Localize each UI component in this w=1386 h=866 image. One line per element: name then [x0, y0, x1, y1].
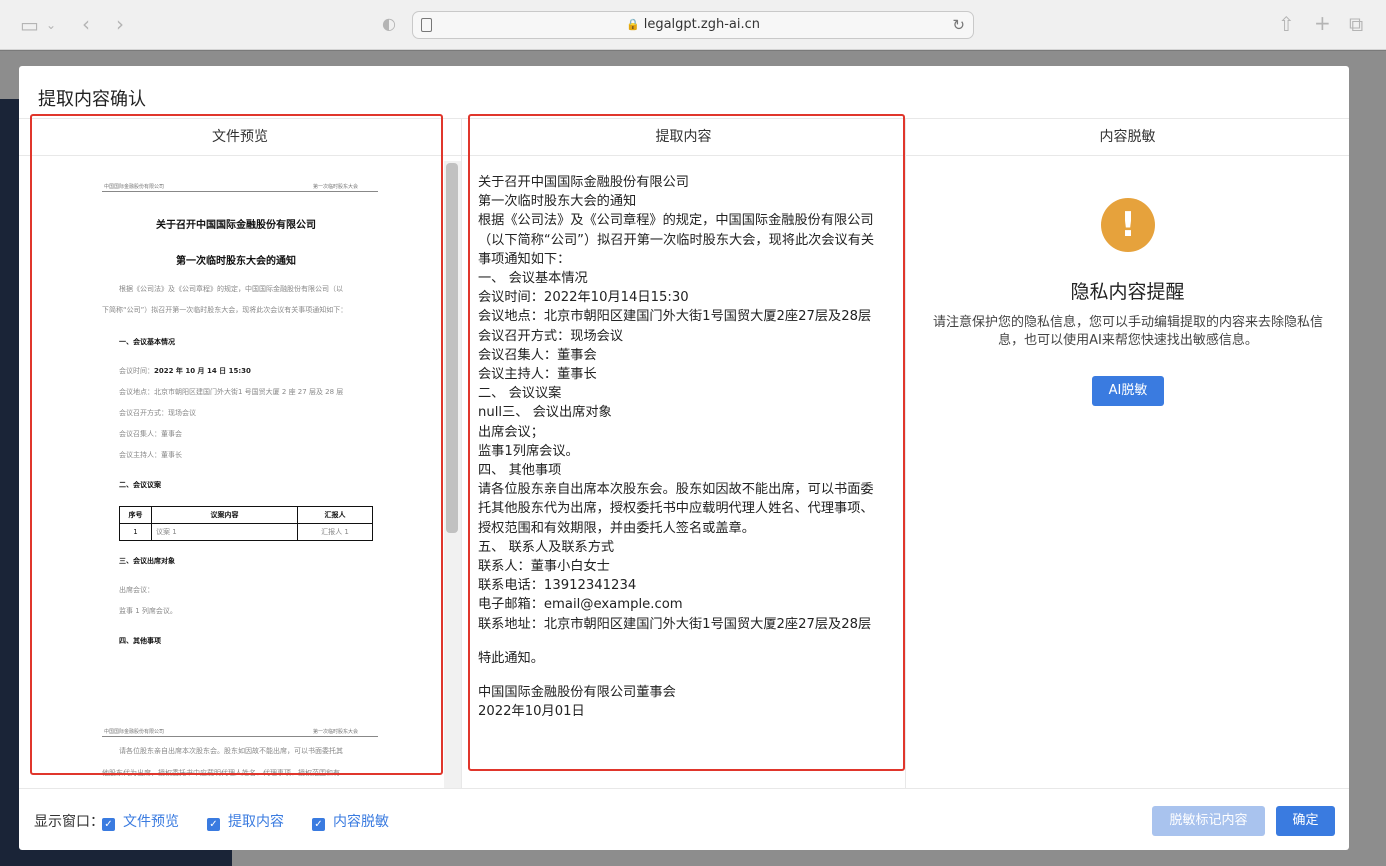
doc-line: 监事 1 列席会议。: [119, 607, 177, 615]
doc-section: 二、会议议案: [119, 481, 161, 489]
new-tab-icon[interactable]: +: [1314, 13, 1331, 33]
extract-header: 提取内容: [462, 119, 905, 156]
forward-icon[interactable]: ›: [116, 14, 124, 34]
preview-scrollbar[interactable]: [444, 161, 461, 789]
reload-icon[interactable]: ↻: [952, 16, 965, 34]
privacy-title: 隐私内容提醒: [1070, 281, 1185, 303]
doc-line: 会议召集人：董事会: [119, 430, 182, 438]
checkbox-file-preview[interactable]: ✓ 文件预览: [102, 811, 179, 831]
doc-table: 序号 议案内容 汇报人 1 议案 1 汇报人 1: [119, 506, 373, 541]
doc-line: 出席会议：: [119, 586, 154, 594]
dialog-title: 提取内容确认: [38, 89, 146, 110]
desensitize-panel: 内容脱敏 ! 隐私内容提醒 请注意保护您的隐私信息，您可以手动编辑提取的内容来去…: [906, 119, 1349, 789]
doc-page-header: 中国国际金融股份有限公司 第一次临时股东大会: [102, 727, 378, 737]
mask-marked-content-button[interactable]: 脱敏标记内容: [1152, 806, 1265, 836]
share-icon[interactable]: ⇧: [1278, 14, 1295, 34]
doc-para: 请各位股东亲自出席本次股东会。股东如因故不能出席，可以书面委托其: [119, 747, 343, 755]
panels: 文件预览 中国国际金融股份有限公司 第一次临时股东大会 关于召开中国国际金融股份有…: [19, 114, 1349, 789]
checkbox-desensitize[interactable]: ✓ 内容脱敏: [312, 811, 389, 831]
sidebar-toggle-icon[interactable]: ▭: [20, 15, 39, 35]
doc-title-2: 第一次临时股东大会的通知: [176, 256, 296, 267]
extract-text-editor[interactable]: 关于召开中国国际金融股份有限公司 第一次临时股东大会的通知 根据《公司法》及《公…: [478, 173, 898, 721]
checkbox-extract[interactable]: ✓ 提取内容: [207, 811, 284, 831]
back-icon[interactable]: ‹: [82, 14, 90, 34]
show-window-label: 显示窗口：: [34, 814, 104, 830]
chevron-down-icon[interactable]: ⌄: [46, 15, 56, 35]
ai-desensitize-button[interactable]: AI脱敏: [1092, 376, 1164, 406]
doc-line: 会议召开方式：现场会议: [119, 409, 196, 417]
doc-section: 一、会议基本情况: [119, 338, 175, 346]
document-preview: 中国国际金融股份有限公司 第一次临时股东大会 关于召开中国国际金融股份有限公司 第…: [30, 156, 442, 789]
doc-para: 根据《公司法》及《公司章程》的规定，中国国际金融股份有限公司（以: [119, 285, 343, 293]
doc-line: 会议主持人：董事长: [119, 451, 182, 459]
doc-para: 下简称“公司”）拟召开第一次临时股东大会，现将此次会议有关事项通知如下：: [102, 306, 348, 314]
extract-panel: 提取内容 关于召开中国国际金融股份有限公司 第一次临时股东大会的通知 根据《公司…: [462, 119, 906, 789]
doc-section: 三、会议出席对象: [119, 557, 175, 565]
lock-icon: 🔒: [626, 18, 640, 31]
doc-section: 四、其他事项: [119, 637, 161, 645]
privacy-description: 请注意保护您的隐私信息，您可以手动编辑提取的内容来去除隐私信息，也可以使用AI来…: [932, 315, 1323, 348]
confirm-button[interactable]: 确定: [1276, 806, 1335, 836]
warning-icon: !: [1101, 198, 1155, 252]
doc-para: 他股东代为出席，授权委托书中应载明代理人姓名、代理事项、授权范围和有: [102, 769, 340, 777]
file-preview-header: 文件预览: [19, 119, 461, 156]
doc-line: 会议时间：2022 年 10 月 14 日 15:30: [119, 367, 251, 375]
url-text: legalgpt.zgh-ai.cn: [643, 17, 760, 32]
desensitize-header: 内容脱敏: [906, 119, 1349, 156]
file-preview-panel: 文件预览 中国国际金融股份有限公司 第一次临时股东大会 关于召开中国国际金融股份有…: [19, 119, 462, 789]
tabs-overview-icon[interactable]: ⧉: [1349, 14, 1363, 34]
doc-line: 会议地点：北京市朝阳区建国门外大街1 号国贸大厦 2 座 27 层及 28 层: [119, 388, 344, 396]
doc-title-1: 关于召开中国国际金融股份有限公司: [156, 220, 316, 231]
address-bar[interactable]: 🔒 legalgpt.zgh-ai.cn ↻: [412, 11, 974, 39]
scrollbar-thumb[interactable]: [446, 163, 458, 533]
checkmark-icon: ✓: [102, 818, 115, 831]
checkmark-icon: ✓: [207, 818, 220, 831]
browser-toolbar: ▭ ⌄ ‹ › ◐ 🔒 legalgpt.zgh-ai.cn ↻ ⇧ + ⧉: [0, 0, 1386, 50]
shield-icon[interactable]: ◐: [382, 14, 396, 34]
extract-confirm-dialog: 提取内容确认 文件预览 中国国际金融股份有限公司 第一次临时股东大会 关于召开中国…: [19, 66, 1349, 850]
doc-page-header: 中国国际金融股份有限公司 第一次临时股东大会: [102, 182, 378, 192]
checkmark-icon: ✓: [312, 818, 325, 831]
dialog-footer: 显示窗口： ✓ 文件预览 ✓ 提取内容 ✓ 内容脱敏 脱敏标记内容 确定: [19, 788, 1349, 850]
